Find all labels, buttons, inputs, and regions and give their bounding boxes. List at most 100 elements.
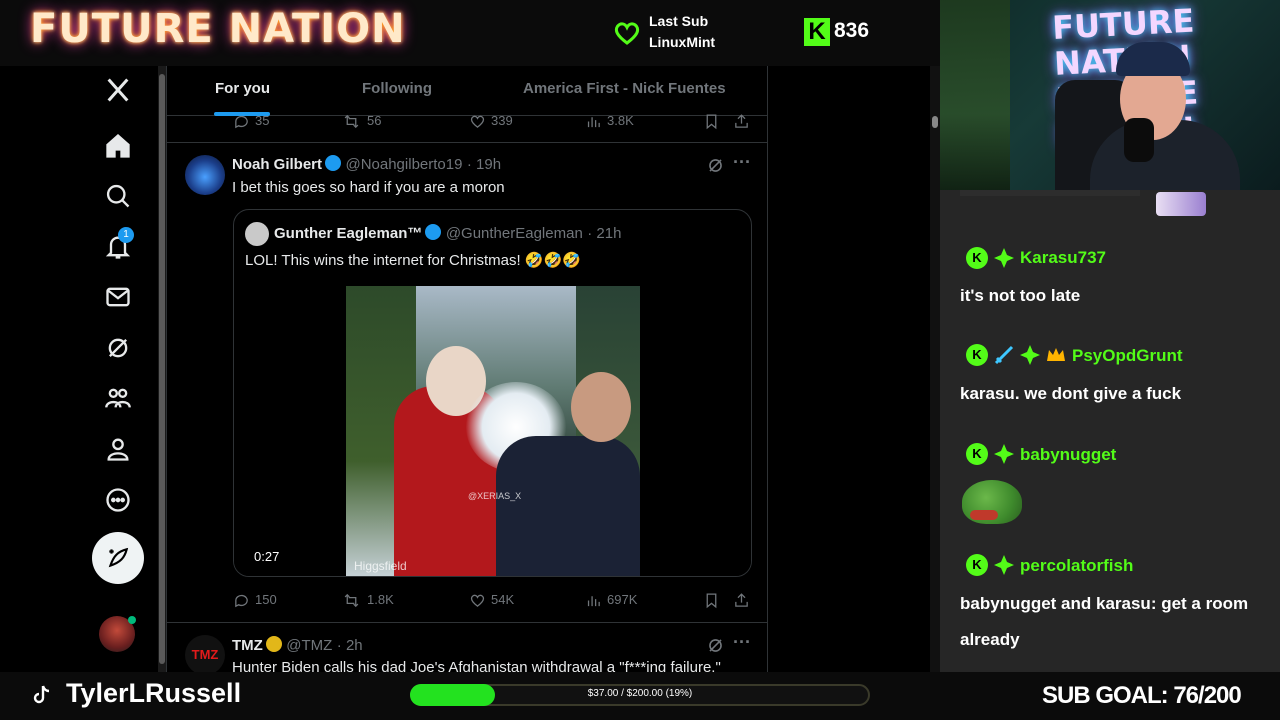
last-sub-name: LinuxMint: [649, 34, 716, 50]
tweet-actions: 150 1.8K 54K 697K: [233, 590, 753, 612]
sub-goal: SUB GOAL: 76/200: [1042, 682, 1242, 709]
prev-tweet-actions: 35 56 339 3.8K: [233, 111, 753, 133]
man-head: [571, 372, 631, 442]
kick-badge-icon: K: [966, 247, 988, 269]
chat-message: karasu. we dont give a fuck: [960, 384, 1182, 403]
reply-icon[interactable]: [233, 113, 250, 130]
more-options-icon[interactable]: ···: [733, 152, 751, 173]
grok-icon[interactable]: [104, 334, 132, 362]
views-icon[interactable]: [585, 592, 602, 609]
viewer-count: 836: [834, 19, 870, 42]
quote-author-handle: @GuntherEagleman: [445, 225, 583, 242]
views-icon[interactable]: [585, 113, 602, 130]
bookmark-icon[interactable]: [703, 592, 720, 609]
like-icon[interactable]: [469, 113, 486, 130]
tweet-header: Noah Gilbert @Noahgilberto19 · 19h: [232, 155, 501, 174]
tab-following[interactable]: Following: [362, 80, 432, 97]
sub-badge-icon: [994, 555, 1014, 575]
quote-author-name: Gunther Eagleman™: [274, 225, 423, 242]
quote-time: · 21h: [587, 225, 622, 242]
reply-count: 150: [255, 592, 277, 607]
avatar[interactable]: TMZ: [185, 635, 225, 672]
grok-icon[interactable]: [706, 156, 725, 175]
author-handle[interactable]: @TMZ: [286, 637, 332, 654]
share-icon[interactable]: [733, 113, 750, 130]
webcam-feed: FUTURE NATION FUTURE NATION: [940, 0, 1280, 190]
kick-badge-icon: K: [966, 443, 988, 465]
chat-username[interactable]: percolatorfish: [1020, 556, 1133, 576]
post-button[interactable]: [92, 532, 144, 584]
tab-for-you[interactable]: For you: [215, 80, 270, 97]
notification-badge: 1: [118, 227, 134, 243]
bookmark-icon[interactable]: [703, 113, 720, 130]
like-icon[interactable]: [469, 592, 486, 609]
reply-icon[interactable]: [233, 592, 250, 609]
search-icon[interactable]: [104, 182, 132, 210]
sub-badge-icon: [1020, 345, 1040, 365]
reply-count: 35: [255, 113, 270, 128]
stream-chat: K Karasu737 it's not too late K PsyOpdGr…: [940, 190, 1280, 672]
verified-badge-icon: [265, 636, 282, 652]
verified-badge-icon: [325, 155, 342, 171]
sub-badge-icon: [994, 248, 1014, 268]
chat-emote: [1156, 192, 1206, 216]
chat-message: it's not too late: [960, 286, 1081, 305]
x-app-window: 1 For you Following America First - Nick…: [0, 66, 940, 672]
online-dot: [128, 616, 136, 624]
bell-icon[interactable]: 1: [104, 227, 134, 261]
tweet-time[interactable]: · 19h: [467, 156, 501, 173]
page-scrollbar[interactable]: [930, 66, 940, 672]
author-handle[interactable]: @Noahgilberto19: [345, 156, 462, 173]
communities-icon[interactable]: [104, 384, 132, 412]
left-scrollbar[interactable]: [158, 66, 166, 672]
sub-badge-icon: [994, 444, 1014, 464]
chat-message: babynugget and karasu: get a room alread…: [960, 594, 1249, 649]
repost-count: 56: [367, 113, 382, 128]
avatar[interactable]: [185, 155, 225, 195]
stream-top-bar: FUTURE NATION Last Sub LinuxMint K 836: [0, 0, 940, 66]
left-navigation: 1: [0, 66, 160, 672]
quote-header: Gunther Eagleman™ @GuntherEagleman · 21h: [274, 224, 621, 243]
repost-count: 1.8K: [367, 592, 394, 607]
more-icon[interactable]: [104, 486, 132, 514]
chat-username[interactable]: babynugget: [1020, 445, 1116, 465]
video-duration: 0:27: [254, 549, 280, 564]
author-name[interactable]: TMZ: [232, 637, 263, 654]
avatar: [245, 222, 269, 246]
quote-tweet[interactable]: Gunther Eagleman™ @GuntherEagleman · 21h…: [233, 209, 752, 577]
avatar[interactable]: [99, 616, 136, 652]
chat-username[interactable]: PsyOpdGrunt: [1072, 346, 1183, 366]
profile-icon[interactable]: [104, 435, 132, 463]
mail-icon[interactable]: [104, 283, 132, 311]
grok-icon[interactable]: [706, 636, 725, 655]
more-options-icon[interactable]: ···: [733, 632, 751, 653]
plant: [940, 0, 1010, 190]
tab-nick-fuentes-list[interactable]: America First - Nick Fuentes: [523, 80, 726, 97]
crown-badge-icon: [1047, 348, 1065, 361]
man-suit: [496, 436, 640, 576]
timeline-tabs: For you Following America First - Nick F…: [167, 66, 767, 116]
video-player[interactable]: @XERIAS_X Higgsfield 0:27: [234, 286, 751, 576]
share-icon[interactable]: [733, 592, 750, 609]
kick-logo-icon: K: [804, 18, 830, 46]
verified-badge-icon: [425, 224, 442, 240]
x-logo-icon[interactable]: [104, 76, 132, 104]
sub-progress-text: $37.00 / $200.00 (19%): [587, 688, 693, 699]
chat-msg-partial: [960, 190, 1140, 196]
compose-icon: [108, 547, 129, 568]
like-count: 54K: [491, 592, 515, 607]
repost-icon[interactable]: [343, 592, 360, 609]
chat-username[interactable]: Karasu737: [1020, 248, 1106, 268]
tweet-time[interactable]: · 2h: [337, 637, 363, 654]
stream-bottom-bar: TylerLRussell $37.00 / $200.00 (19%) SUB…: [0, 672, 1280, 720]
tweet-text: Hunter Biden calls his dad Joe's Afghani…: [232, 659, 721, 672]
kick-badge-icon: K: [966, 554, 988, 576]
video-frame: @XERIAS_X Higgsfield: [346, 286, 640, 576]
author-name[interactable]: Noah Gilbert: [232, 156, 322, 173]
tweet[interactable]: Noah Gilbert @Noahgilberto19 · 19h ··· I…: [167, 143, 767, 623]
repost-icon[interactable]: [343, 113, 360, 130]
tweet[interactable]: TMZ TMZ @TMZ · 2h ··· Hunter Biden calls…: [167, 623, 767, 672]
tweet-header: TMZ @TMZ · 2h: [232, 636, 363, 655]
quote-text: LOL! This wins the internet for Christma…: [245, 252, 581, 269]
home-icon[interactable]: [104, 132, 132, 160]
